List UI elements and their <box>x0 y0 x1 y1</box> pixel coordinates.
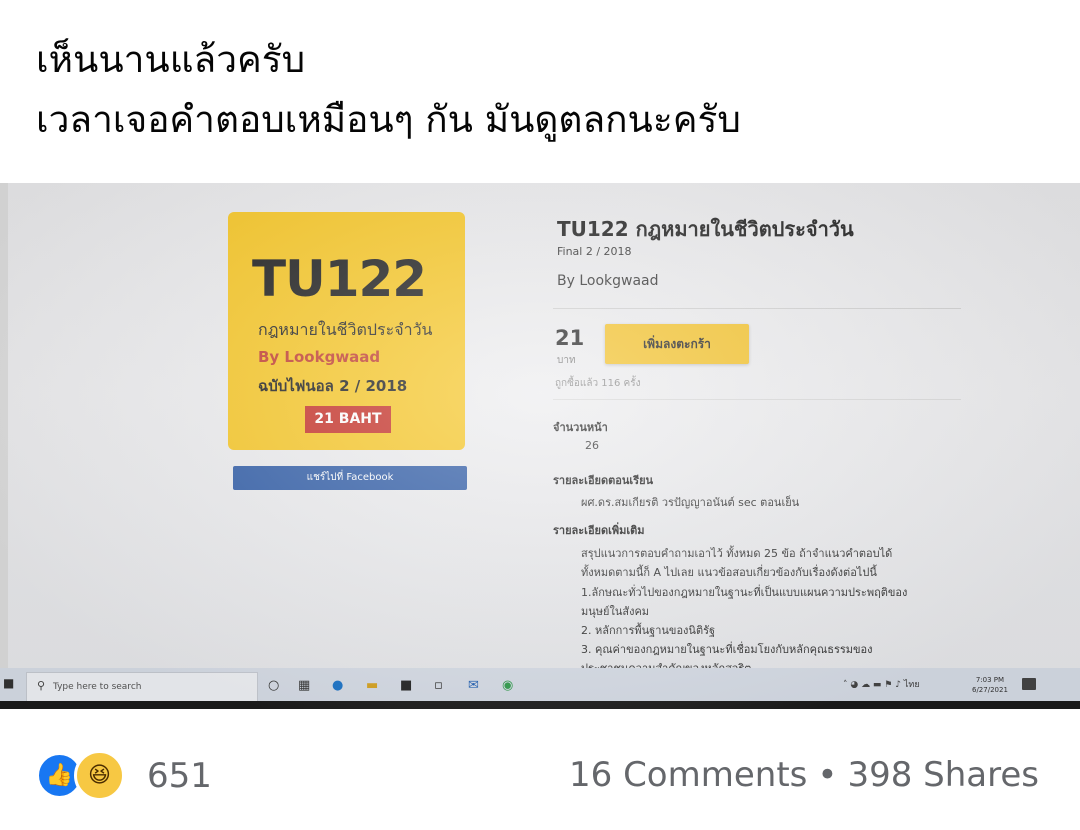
clock-time: 7:03 PM <box>975 676 1005 684</box>
comments-count-link[interactable]: 16 Comments <box>569 755 807 795</box>
windows-start-icon[interactable]: ■ <box>3 676 14 690</box>
post-photo[interactable]: TU122 กฎหมายในชีวิตประจำวัน By Lookgwaad… <box>0 183 1080 709</box>
taskbar-clock[interactable]: 7:03 PM 6/27/2021 <box>972 675 1008 695</box>
detail-line: 2. หลักการพื้นฐานของนิติรัฐ <box>581 624 716 637</box>
post-caption: เห็นนานแล้วครับ เวลาเจอคำตอบเหมือนๆ กัน … <box>36 30 741 150</box>
app-icon[interactable]: ▫ <box>434 678 443 693</box>
divider <box>553 308 961 309</box>
caption-line-2: เวลาเจอคำตอบเหมือนๆ กัน มันดูตลกนะครับ <box>36 98 741 141</box>
product-author: By Lookgwaad <box>557 273 659 289</box>
pages-value: 26 <box>585 439 599 452</box>
clock-date: 6/27/2021 <box>972 686 1008 694</box>
class-value: ผศ.ดร.สมเกียรติ วรปัญญาอนันต์ sec ตอนเย็… <box>581 496 800 509</box>
monitor-bottom-bezel <box>0 701 1080 709</box>
pages-label: จำนวนหน้า <box>553 421 608 434</box>
mail-icon[interactable]: ✉ <box>468 678 479 693</box>
caption-line-1: เห็นนานแล้วครับ <box>36 38 306 81</box>
price-unit: บาท <box>557 355 576 366</box>
detail-line: 3. คุณค่าของกฎหมายในฐานะที่เชื่อมโยงกับห… <box>581 643 873 656</box>
photo-lighting <box>0 183 1080 709</box>
cover-price-badge: 21 BAHT <box>305 406 391 433</box>
task-view-icon[interactable]: ▦ <box>298 678 310 693</box>
detail-line: 1.ลักษณะทั่วไปของกฎหมายในฐานะที่เป็นแบบแ… <box>581 586 908 599</box>
cover-title: TU122 <box>252 250 427 308</box>
edge-icon[interactable]: ● <box>332 678 343 693</box>
product-price: 21 <box>555 326 585 350</box>
haha-icon: 😆 <box>74 750 125 801</box>
cover-author: By Lookgwaad <box>258 348 381 366</box>
detail-label: รายละเอียดเพิ่มเติม <box>553 524 645 537</box>
detail-line: สรุปแนวการตอบคำถามเอาไว้ ทั้งหมด 25 ข้อ … <box>581 547 893 560</box>
notification-icon[interactable] <box>1022 678 1036 690</box>
divider <box>553 399 961 400</box>
taskbar-search-placeholder: Type here to search <box>53 682 142 692</box>
tray-icons[interactable]: ˄ ◕ ☁ ▬ ⚑ ♪ <box>843 680 901 690</box>
reaction-count: 651 <box>147 756 212 796</box>
system-tray: ˄ ◕ ☁ ▬ ⚑ ♪ ไทย <box>843 677 920 691</box>
detail-line: ทั้งหมดตามนี้ก็ A ไปเลย แนวข้อสอบเกี่ยวข… <box>581 566 877 579</box>
product-title: TU122 กฎหมายในชีวิตประจำวัน <box>557 217 854 241</box>
search-icon: ⚲ <box>37 679 46 692</box>
separator: • <box>817 755 838 795</box>
product-subtitle: Final 2 / 2018 <box>557 245 632 258</box>
detail-line: มนุษย์ในสังคม <box>581 605 650 618</box>
sold-count: ถูกซื้อแล้ว 116 ครั้ง <box>555 378 641 389</box>
cover-subtitle: กฎหมายในชีวิตประจำวัน <box>258 320 433 339</box>
file-explorer-icon[interactable]: ▬ <box>366 678 378 693</box>
share-facebook-button[interactable]: แชร์ไปที่ Facebook <box>233 466 467 490</box>
post-stats: 16 Comments • 398 Shares <box>569 755 1039 795</box>
taskbar-search-box[interactable]: ⚲ Type here to search <box>26 672 258 702</box>
store-icon[interactable]: ■ <box>400 678 412 693</box>
monitor-bezel <box>0 183 8 709</box>
tray-language[interactable]: ไทย <box>904 680 920 690</box>
shares-count-link[interactable]: 398 Shares <box>847 755 1039 795</box>
chrome-icon[interactable]: ◉ <box>502 678 513 693</box>
cortana-icon[interactable]: ○ <box>268 678 279 693</box>
cover-edition: ฉบับไฟนอล 2 / 2018 <box>258 377 408 395</box>
add-to-cart-button[interactable]: เพิ่มลงตะกร้า <box>605 324 749 364</box>
class-label: รายละเอียดตอนเรียน <box>553 474 654 487</box>
